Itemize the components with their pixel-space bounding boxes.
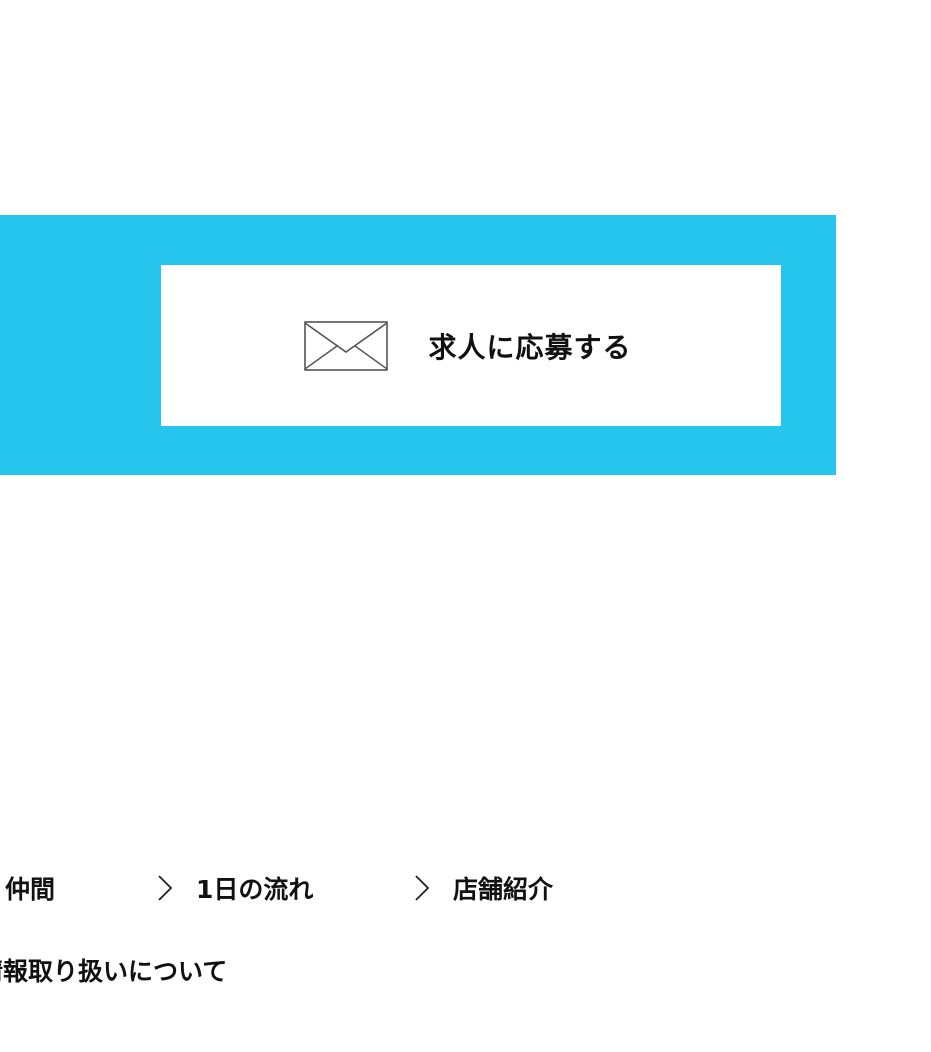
chevron-right-icon: [158, 875, 173, 901]
footer-nav-item-label: く仲間: [0, 875, 56, 904]
apply-button[interactable]: 求人に応募する: [161, 265, 781, 426]
footer-nav-item-label: 1日の流れ: [196, 875, 314, 904]
apply-button-label: 求人に応募する: [428, 330, 632, 364]
mail-envelope-icon: [304, 320, 389, 371]
privacy-policy-label: 情報取り扱いについて: [0, 957, 228, 986]
footer-nav-item-shop[interactable]: 店舗紹介: [413, 866, 553, 910]
apply-banner: 求人に応募する: [0, 215, 836, 475]
footer-nav-item-colleagues[interactable]: く仲間: [0, 866, 55, 910]
footer-nav-item-daily-flow[interactable]: 1日の流れ: [156, 866, 313, 910]
footer-nav: く仲間 1日の流れ 店舗紹介: [0, 866, 931, 910]
chevron-right-icon: [415, 875, 430, 901]
privacy-policy-link[interactable]: 情報取り扱いについて: [0, 950, 227, 990]
footer-nav-item-label: 店舗紹介: [453, 875, 554, 904]
page: 求人に応募する く仲間 1日の流れ 店舗紹介 情報取り扱いについて: [0, 0, 931, 1052]
